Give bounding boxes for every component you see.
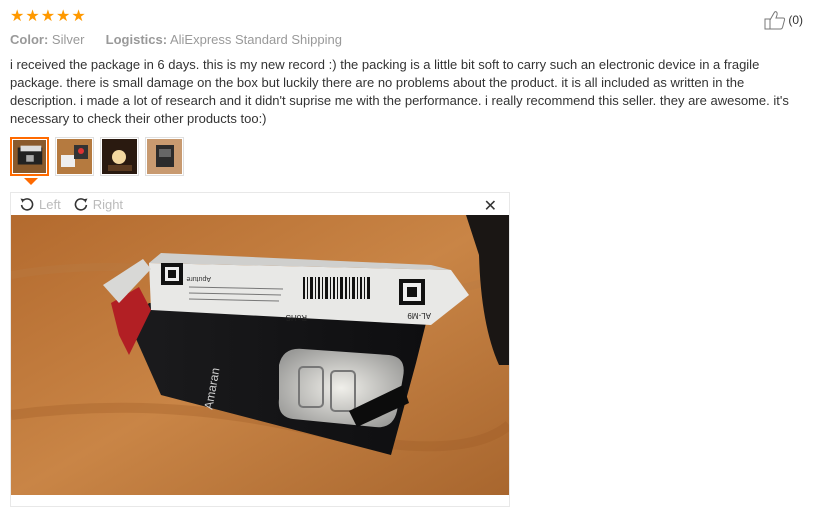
review-text: i received the package in 6 days. this i… bbox=[10, 57, 789, 126]
logistics-value: AliExpress Standard Shipping bbox=[169, 32, 342, 47]
photo-thumbnail-image bbox=[102, 139, 137, 174]
star-icon: ★ bbox=[25, 6, 40, 25]
rotate-right-button[interactable]: Right bbox=[73, 196, 123, 212]
viewer-toolbar: Left Right bbox=[11, 193, 509, 215]
rotate-right-icon bbox=[74, 198, 88, 211]
star-icon: ★ bbox=[56, 6, 71, 25]
photo-thumbnails bbox=[10, 137, 184, 176]
product-box-photo: AL-M9 RoHS Aputure Amaran bbox=[11, 215, 509, 495]
helpful-count: (0) bbox=[788, 13, 803, 27]
star-icon: ★ bbox=[40, 6, 56, 25]
rotate-left-button[interactable]: Left bbox=[19, 196, 61, 212]
thumbnail-photo-4[interactable] bbox=[145, 137, 184, 176]
star-icon: ★ bbox=[71, 6, 86, 25]
rotate-right-label: Right bbox=[92, 196, 124, 212]
close-icon[interactable]: ✕ bbox=[484, 196, 497, 215]
photo-viewer: Left Right ✕ AL-M9 RoHS Aputure Amaran bbox=[10, 192, 510, 507]
thumbs-up-icon bbox=[764, 11, 786, 30]
photo-thumbnail-image bbox=[147, 139, 182, 174]
thumbnail-photo-1[interactable] bbox=[10, 137, 49, 176]
thumbnail-photo-3[interactable] bbox=[100, 137, 139, 176]
helpful-button[interactable]: (0) bbox=[764, 10, 803, 30]
rotate-left-icon bbox=[20, 198, 34, 211]
rotate-left-label: Left bbox=[39, 196, 61, 212]
color-label: Color: bbox=[10, 32, 49, 47]
box-model-text: AL-M9 bbox=[407, 311, 431, 320]
star-rating: ★ ★ ★ ★ ★ bbox=[10, 8, 86, 24]
review-photo: AL-M9 RoHS Aputure Amaran bbox=[11, 215, 509, 495]
logistics-label: Logistics: bbox=[105, 32, 168, 47]
box-maker-text: Aputure bbox=[186, 275, 211, 282]
star-icon: ★ bbox=[10, 6, 25, 25]
active-thumbnail-indicator bbox=[24, 178, 38, 185]
thumbnail-photo-2[interactable] bbox=[55, 137, 94, 176]
photo-thumbnail-image bbox=[57, 139, 92, 174]
photo-thumbnail-image bbox=[13, 140, 46, 173]
box-rohs-text: RoHS bbox=[286, 313, 307, 322]
color-value: Silver bbox=[51, 32, 85, 47]
review-meta: Color: Silver Logistics: AliExpress Stan… bbox=[10, 32, 342, 47]
